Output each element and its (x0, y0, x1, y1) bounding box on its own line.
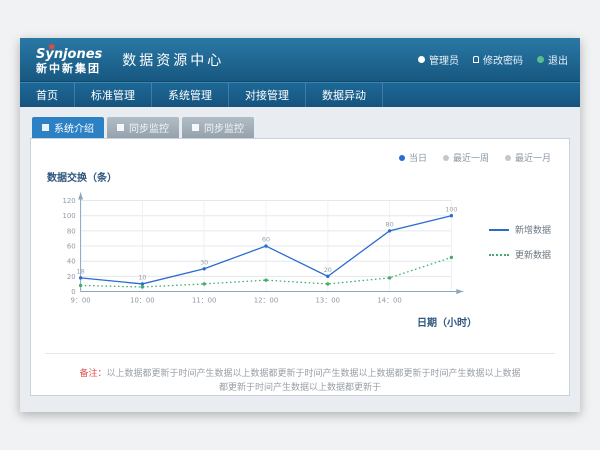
header-user-actions: 管理员 修改密码 退出 (418, 38, 568, 81)
footnote: 备注：以上数据都更新于时间产生数据以上数据都更新于时间产生数据以上数据都更新于时… (45, 353, 555, 395)
nav-item-interface-mgmt[interactable]: 对接管理 (229, 83, 306, 107)
filter-dot-icon (443, 155, 449, 161)
svg-text:0: 0 (71, 288, 75, 296)
footnote-label: 备注： (79, 369, 106, 379)
svg-text:30: 30 (200, 258, 208, 266)
app-window: Synjones ✱ 新中新集团 数据资源中心 管理员 修改密码 退出 首页 标… (20, 38, 580, 412)
chart-panel: 当日 最近一周 最近一月 数据交换（条） 0 20 40 60 80 100 120 9：00 10… (30, 138, 570, 396)
svg-text:13：00: 13：00 (316, 296, 340, 304)
time-range-filters: 当日 最近一周 最近一月 (399, 151, 551, 164)
tab-system-intro[interactable]: 系统介绍 (32, 117, 104, 138)
nav-item-standard-mgmt[interactable]: 标准管理 (75, 83, 152, 107)
legend-line-sample-icon (489, 229, 509, 231)
legend-item[interactable]: 新增数据 (489, 223, 551, 236)
svg-text:100: 100 (62, 212, 75, 220)
logout-button[interactable]: 退出 (537, 52, 568, 67)
svg-text:60: 60 (262, 236, 270, 244)
logo-text: Synjones (36, 47, 102, 62)
svg-text:120: 120 (62, 197, 75, 205)
current-user[interactable]: 管理员 (418, 52, 459, 67)
power-icon (537, 56, 544, 63)
svg-text:20: 20 (67, 273, 76, 281)
chart-row: 0 20 40 60 80 100 120 9：00 10：00 11：00 12：00 13：00 1… (45, 184, 555, 314)
logo-star-icon: ✱ (48, 43, 56, 53)
filter-last-month[interactable]: 最近一月 (505, 151, 551, 164)
tab-sync-monitor-1[interactable]: 同步监控 (107, 117, 179, 138)
content-area: 系统介绍 同步监控 同步监控 当日 最近一周 最近一月 数据交换（条） 0 20 40 6… (20, 107, 580, 396)
main-nav: 首页 标准管理 系统管理 对接管理 数据异动 (20, 82, 580, 107)
svg-text:11：00: 11：00 (192, 296, 216, 304)
legend-item[interactable]: 更新数据 (489, 248, 551, 261)
nav-item-system-mgmt[interactable]: 系统管理 (152, 83, 229, 107)
change-password-button[interactable]: 修改密码 (473, 52, 523, 67)
filter-today[interactable]: 当日 (399, 151, 427, 164)
svg-text:12：00: 12：00 (254, 296, 278, 304)
nav-item-data-change[interactable]: 数据异动 (306, 83, 383, 107)
svg-text:9：00: 9：00 (71, 296, 91, 304)
grid-icon (117, 124, 124, 131)
page-title: 数据资源中心 (122, 50, 224, 70)
lock-icon (473, 56, 479, 63)
filter-dot-icon (399, 155, 405, 161)
svg-text:40: 40 (67, 258, 76, 266)
logo-wordmark: Synjones ✱ (36, 48, 102, 63)
app-header: Synjones ✱ 新中新集团 数据资源中心 管理员 修改密码 退出 (20, 38, 580, 82)
svg-text:10：00: 10：00 (130, 296, 154, 304)
filter-dot-icon (505, 155, 511, 161)
logo-company-name: 新中新集团 (36, 63, 102, 76)
grid-icon (192, 124, 199, 131)
chart-y-axis-title: 数据交换（条） (47, 169, 555, 184)
footnote-text: 以上数据都更新于时间产生数据以上数据都更新于时间产生数据以上数据都更新于时间产生… (107, 369, 521, 393)
user-icon (418, 56, 425, 63)
svg-text:80: 80 (386, 220, 394, 228)
series-legend: 新增数据更新数据 (489, 223, 551, 261)
tab-bar: 系统介绍 同步监控 同步监控 (30, 117, 570, 138)
svg-text:60: 60 (67, 243, 76, 251)
legend-line-sample-icon (489, 254, 509, 256)
svg-text:80: 80 (67, 227, 76, 235)
line-chart: 0 20 40 60 80 100 120 9：00 10：00 11：00 12：00 13：00 1… (45, 184, 485, 314)
nav-item-home[interactable]: 首页 (20, 83, 75, 107)
svg-text:20: 20 (324, 266, 332, 274)
filter-last-week[interactable]: 最近一周 (443, 151, 489, 164)
logo: Synjones ✱ 新中新集团 (36, 44, 102, 76)
grid-icon (42, 124, 49, 131)
tab-sync-monitor-2[interactable]: 同步监控 (182, 117, 254, 138)
chart-x-axis-title: 日期（小时） (45, 314, 555, 329)
svg-text:14：00: 14：00 (377, 296, 401, 304)
svg-text:100: 100 (445, 205, 457, 213)
svg-text:18: 18 (77, 267, 85, 275)
svg-text:10: 10 (138, 273, 146, 281)
